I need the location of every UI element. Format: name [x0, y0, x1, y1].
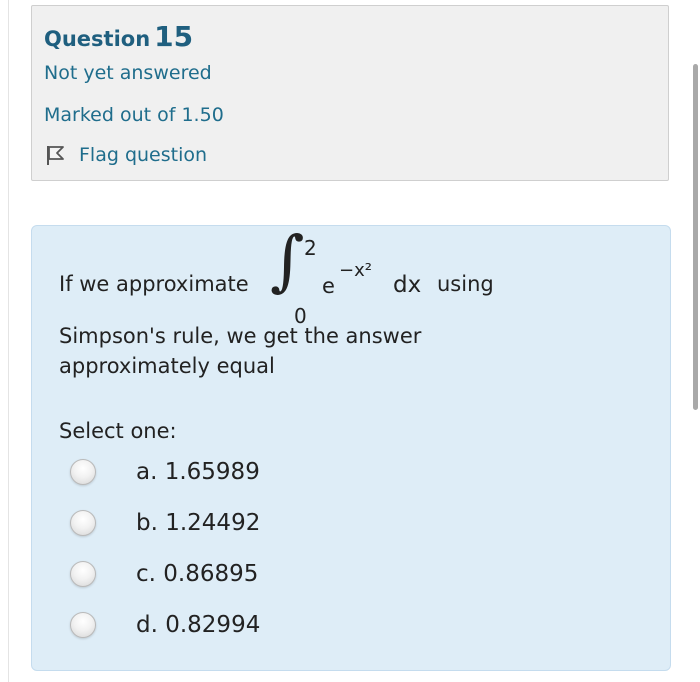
integral-expression: ∫ 2 0 e −x² dx	[270, 228, 430, 329]
question-number: 15	[154, 20, 194, 53]
question-status: Not yet answered	[44, 62, 212, 84]
question-title: Question 15	[44, 20, 193, 53]
question-text-line3: approximately equal	[59, 354, 275, 378]
answer-option-b[interactable]: b. 1.24492	[70, 506, 330, 540]
integral-sign: ∫	[270, 222, 305, 299]
integrand-exponent: −x²	[339, 260, 372, 281]
question-info-panel: Question 15 Not yet answered Marked out o…	[31, 5, 669, 181]
answer-option-label: d. 0.82994	[136, 612, 261, 638]
flag-question-label: Flag question	[79, 144, 208, 166]
radio-button-a[interactable]	[70, 459, 96, 485]
answer-option-label: a. 1.65989	[136, 459, 260, 485]
question-content-panel: If we approximate ∫ 2 0 e −x² dx using S…	[31, 225, 671, 671]
scrollbar[interactable]	[693, 64, 698, 410]
radio-button-c[interactable]	[70, 561, 96, 587]
question-text-before: If we approximate	[59, 272, 249, 296]
answer-option-d[interactable]: d. 0.82994	[70, 608, 330, 642]
question-word: Question	[44, 27, 151, 51]
integral-upper-limit: 2	[304, 236, 317, 260]
flag-icon	[45, 144, 67, 166]
answer-option-label: b. 1.24492	[136, 510, 261, 536]
question-text-line2: Simpson's rule, we get the answer	[59, 324, 422, 348]
integrand-base: e	[322, 274, 335, 298]
select-one-prompt: Select one:	[59, 419, 177, 443]
flag-question-link[interactable]: Flag question	[45, 144, 207, 166]
question-text-after: using	[437, 272, 494, 296]
integral-differential: dx	[393, 272, 422, 298]
page-left-border	[8, 0, 9, 682]
radio-button-d[interactable]	[70, 612, 96, 638]
radio-button-b[interactable]	[70, 510, 96, 536]
answer-option-a[interactable]: a. 1.65989	[70, 455, 330, 489]
question-marks: Marked out of 1.50	[44, 104, 224, 126]
answer-option-label: c. 0.86895	[136, 561, 259, 587]
answer-option-c[interactable]: c. 0.86895	[70, 557, 330, 591]
